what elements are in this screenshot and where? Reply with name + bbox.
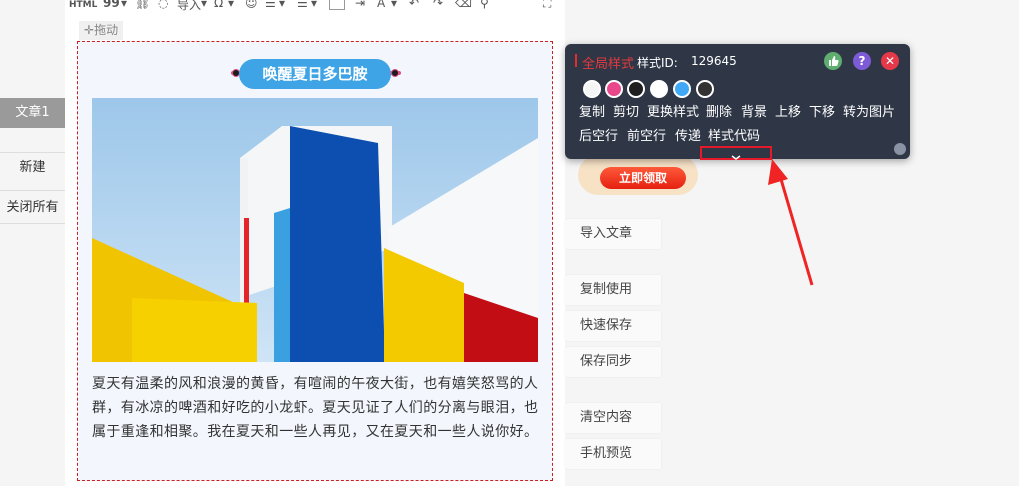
help-icon[interactable]: ? (853, 52, 871, 70)
chevron-down-icon[interactable]: ▾ (121, 0, 127, 10)
swatch-black[interactable] (627, 80, 645, 98)
undo-icon[interactable]: ↶ (409, 0, 419, 10)
style-panel: 全局样式 样式ID: 129645 ? ✕ 复制 剪切 更换样式 删除 背景 上… (565, 44, 910, 160)
annotation-arrow (768, 159, 814, 286)
divider (0, 190, 65, 191)
thumbs-up-icon[interactable] (824, 52, 842, 70)
delete-action[interactable]: 删除 (706, 105, 732, 121)
divider (0, 223, 65, 224)
clear-content-button[interactable]: 清空内容 (565, 403, 661, 433)
article-title: 唤醒夏日多巴胺 (239, 59, 391, 89)
panel-title-marker (575, 54, 577, 67)
style-id-value: 129645 (691, 54, 737, 68)
save-sync-button[interactable]: 保存同步 (565, 347, 661, 377)
close-icon[interactable]: ✕ (881, 52, 899, 70)
minimize-icon[interactable] (894, 143, 906, 155)
style-id-label: 样式ID: (637, 56, 678, 70)
swatch-pink[interactable] (605, 80, 623, 98)
convert-image-action[interactable]: 转为图片 (843, 105, 895, 121)
link-icon[interactable]: ⛓ (135, 0, 150, 10)
unordered-list-icon[interactable]: ☰ (265, 0, 276, 10)
chevron-down-icon[interactable]: ▾ (279, 0, 285, 10)
change-style-action[interactable]: 更换样式 (647, 105, 699, 121)
hero-image[interactable] (92, 98, 538, 362)
chevron-down-icon[interactable]: ▾ (391, 0, 397, 10)
redo-icon[interactable]: ↷ (433, 0, 443, 10)
html-button[interactable]: HTML (69, 0, 97, 10)
cut-action[interactable]: 剪切 (613, 105, 639, 121)
drag-label: 拖动 (94, 23, 119, 37)
unlink-icon[interactable]: ◌ (158, 0, 168, 10)
indent-icon[interactable] (329, 0, 345, 10)
import-button[interactable]: 导入 (177, 0, 201, 13)
editor-panel: HTML 99 ▾ ⛓ ◌ 导入 ▾ Ω ▾ ☺ ☰ ▾ ☰ ▾ ⇥ A ▾ ↶… (65, 0, 565, 486)
clear-format-icon[interactable]: ⌫ (455, 0, 472, 10)
left-sidebar: 文章1 新建 关闭所有 (0, 0, 65, 486)
move-icon: ✛ (84, 23, 95, 37)
text-format-icon[interactable]: A (377, 0, 385, 10)
move-up-action[interactable]: 上移 (775, 105, 801, 121)
emoji-icon[interactable]: ☺ (245, 0, 258, 10)
chevron-down-icon[interactable]: ▾ (228, 0, 234, 10)
panel-title: 全局样式 (582, 57, 635, 72)
drag-handle[interactable]: ✛拖动 (79, 21, 124, 40)
claim-button[interactable]: 立即领取 (600, 167, 686, 189)
article-block[interactable]: 唤醒夏日多巴胺 夏天有温柔的风和浪漫的黄昏，有喧闹的午夜大街，也有嬉笑怒骂的人群… (77, 41, 553, 481)
omega-icon[interactable]: Ω (214, 0, 223, 10)
import-article-button[interactable]: 导入文章 (565, 219, 661, 249)
quote-button[interactable]: 99 (103, 0, 120, 10)
move-down-action[interactable]: 下移 (809, 105, 835, 121)
align-icon[interactable]: ⇥ (355, 0, 365, 10)
chevron-down-icon[interactable]: ▾ (311, 0, 317, 10)
swatch-dark[interactable] (696, 80, 714, 98)
ordered-list-icon[interactable]: ☰ (297, 0, 308, 10)
pass-action[interactable]: 传递 (675, 129, 701, 145)
swatch-white[interactable] (650, 80, 668, 98)
style-code-action[interactable]: 样式代码 (708, 129, 760, 145)
copy-use-button[interactable]: 复制使用 (565, 275, 661, 305)
sidebar-item-new[interactable]: 新建 (0, 153, 65, 183)
fullscreen-icon[interactable]: ⛶ (543, 0, 551, 11)
sidebar-item-article1[interactable]: 文章1 (0, 98, 65, 128)
sidebar-item-close-all[interactable]: 关闭所有 (0, 193, 65, 223)
blank-before-action[interactable]: 前空行 (627, 129, 666, 145)
search-icon[interactable]: ⚲ (480, 0, 489, 10)
quick-save-button[interactable]: 快速保存 (565, 311, 661, 341)
swatch-blue[interactable] (673, 80, 691, 98)
blank-after-action[interactable]: 后空行 (579, 129, 618, 145)
chevron-down-icon[interactable]: ▾ (201, 0, 207, 10)
article-body: 夏天有温柔的风和浪漫的黄昏，有喧闹的午夜大街，也有嬉笑怒骂的人群，有冰凉的啤酒和… (92, 376, 539, 440)
swatch-light[interactable] (583, 80, 601, 98)
toolbar: HTML 99 ▾ ⛓ ◌ 导入 ▾ Ω ▾ ☺ ☰ ▾ ☰ ▾ ⇥ A ▾ ↶… (65, 0, 565, 14)
copy-action[interactable]: 复制 (579, 105, 605, 121)
mobile-preview-button[interactable]: 手机预览 (565, 439, 661, 469)
title-dot-right (391, 69, 399, 77)
background-action[interactable]: 背景 (741, 105, 767, 121)
